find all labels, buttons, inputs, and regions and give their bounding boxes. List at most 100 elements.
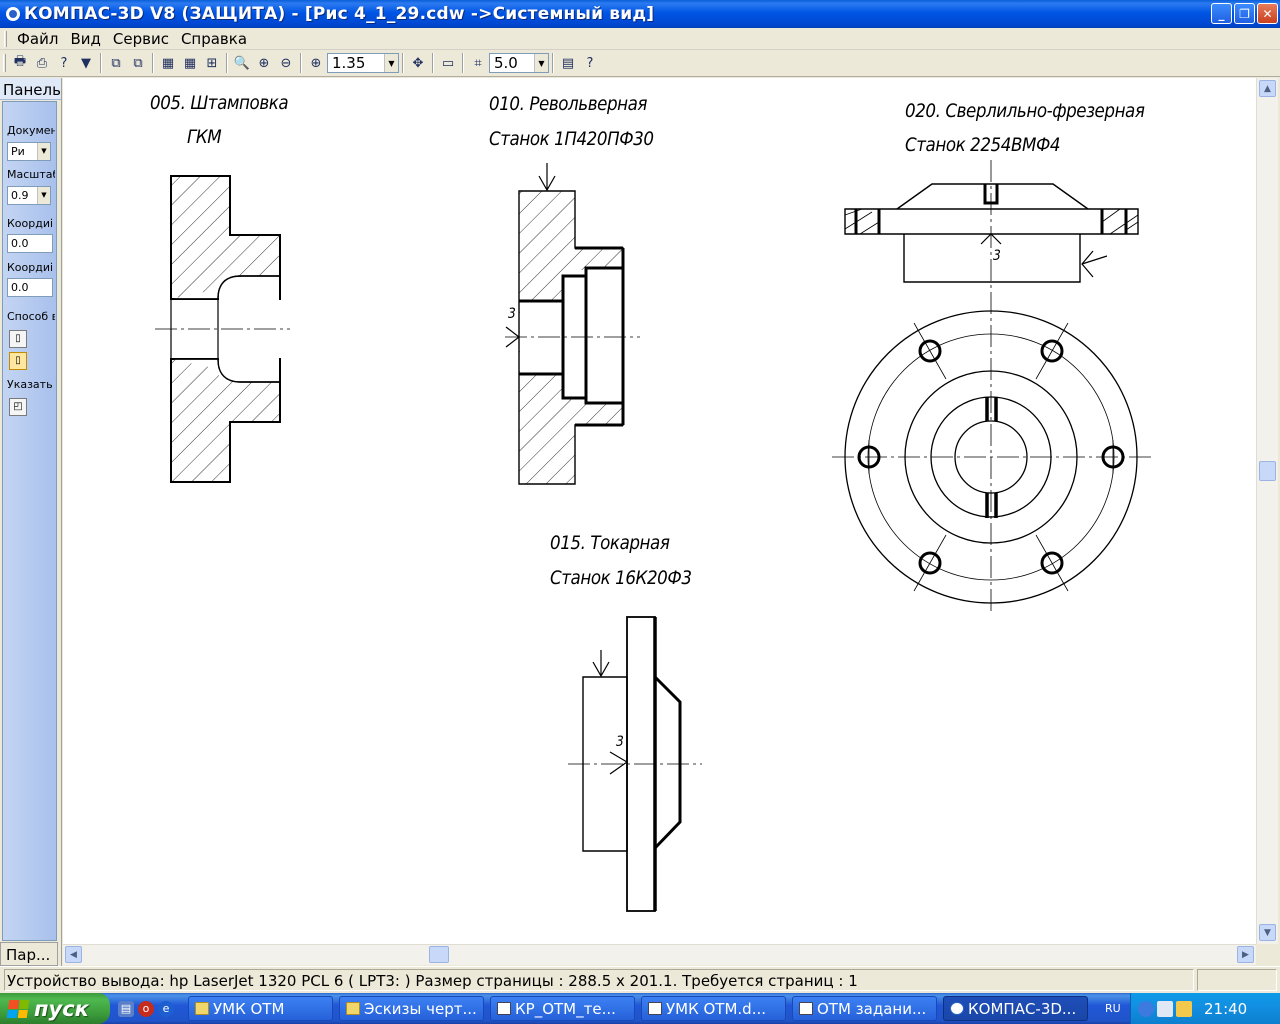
specify-icon[interactable]: ◰ xyxy=(9,398,27,416)
op020-title: 020. Сверлильно-фрезерная xyxy=(905,100,1145,122)
surface-mark-010: 3 xyxy=(508,306,516,322)
scale-combo[interactable]: 0.9 ▼ xyxy=(7,186,51,205)
zoom-in-icon[interactable]: ⊕ xyxy=(253,52,275,74)
coordinate-y-field[interactable]: 0.0 xyxy=(7,278,53,297)
part-020-plan-view xyxy=(832,310,1151,604)
toolbar: 🖶 ⎙ ? ▼ ⧉ ⧉ ▦ ▦ ⊞ 🔍 ⊕ ⊖ ⊕ 1.35 ▼ ✥ ▭ ⌗ 5… xyxy=(0,50,1280,77)
menu-service[interactable]: Сервис xyxy=(107,30,175,48)
grid-icon[interactable]: ▦ xyxy=(157,52,179,74)
ie-icon[interactable]: e xyxy=(158,1000,174,1017)
volume-icon[interactable] xyxy=(1176,1000,1192,1017)
scroll-up-button[interactable]: ▲ xyxy=(1259,80,1276,97)
sheet-method-icon[interactable]: ▯ xyxy=(9,352,27,370)
document-combo[interactable]: Ри ▼ xyxy=(7,142,51,161)
toolbar-separator xyxy=(552,53,554,73)
chevron-down-icon[interactable]: ▼ xyxy=(384,54,398,72)
menu-file[interactable]: Файл xyxy=(11,30,64,48)
scroll-left-button[interactable]: ◀ xyxy=(65,946,82,963)
taskbar-item-umk-otm-doc[interactable]: УМК ОТМ.d... xyxy=(641,996,786,1021)
title-bar[interactable]: КОМПАС-3D V8 (ЗАЩИТА) - [Рис 4_1_29.cdw … xyxy=(0,0,1280,28)
menubar-grip[interactable] xyxy=(4,30,7,47)
scroll-right-button[interactable]: ▶ xyxy=(1237,946,1254,963)
vertical-scrollbar[interactable]: ▲ ▼ xyxy=(1256,78,1278,944)
horizontal-scrollbar[interactable]: ◀ ▶ xyxy=(63,944,1256,965)
document-label: Докумен xyxy=(7,124,55,137)
zoom-out-icon[interactable]: ⊖ xyxy=(275,52,297,74)
help-page-icon[interactable]: ? xyxy=(53,52,75,74)
toolbar-separator xyxy=(152,53,154,73)
part-005-stamping xyxy=(155,175,290,483)
language-indicator[interactable]: RU xyxy=(1105,1002,1135,1015)
zoom-window-icon[interactable]: 🔍 xyxy=(231,52,253,74)
part-015-turning xyxy=(568,616,702,912)
grid-plus-icon[interactable]: ▦ xyxy=(179,52,201,74)
taskbar-item-kr-otm[interactable]: КР_ОТМ_те... xyxy=(490,996,635,1021)
step-value[interactable]: 5.0 xyxy=(490,54,534,72)
chevron-down-icon[interactable]: ▼ xyxy=(37,187,50,204)
chevron-down-icon[interactable]: ▼ xyxy=(534,54,548,72)
task-label: КОМПАС-3D... xyxy=(968,999,1077,1018)
properties-icon[interactable]: ▤ xyxy=(557,52,579,74)
horizontal-scroll-thumb[interactable] xyxy=(429,946,449,963)
page-method-icon[interactable]: ▯ xyxy=(9,330,27,348)
print-icon[interactable]: 🖶 xyxy=(9,52,31,74)
restore-button[interactable]: ❐ xyxy=(1234,3,1255,24)
op005-title: 005. Штамповка xyxy=(150,92,289,114)
zoom-scale-icon[interactable]: ⊕ xyxy=(305,52,327,74)
kompas-app-icon[interactable] xyxy=(6,7,20,21)
drawing-canvas[interactable]: 005. Штамповка ГКМ 010. Револьверная Ста… xyxy=(63,78,1256,944)
taskbar-item-otm-tasks[interactable]: ОТМ задани... xyxy=(792,996,937,1021)
filter-icon[interactable]: ▼ xyxy=(75,52,97,74)
snap-step-icon[interactable]: ⌗ xyxy=(467,52,489,74)
toolbar-separator xyxy=(100,53,102,73)
coordinate-y-label: Коордиі xyxy=(7,261,54,274)
minimize-button[interactable]: _ xyxy=(1211,3,1232,24)
task-label: КР_ОТМ_те... xyxy=(515,999,616,1018)
word-doc-icon xyxy=(799,1002,813,1015)
menu-view[interactable]: Вид xyxy=(64,30,106,48)
chevron-left-icon[interactable] xyxy=(1138,1000,1154,1017)
step-combo[interactable]: 5.0 ▼ xyxy=(489,53,549,73)
op015-title: 015. Токарная xyxy=(550,532,670,554)
zoom-combo[interactable]: 1.35 ▼ xyxy=(327,53,399,73)
print-preview-icon[interactable]: ⎙ xyxy=(31,52,53,74)
scale-label: Масштаб xyxy=(7,168,55,181)
start-button[interactable]: пуск xyxy=(0,993,110,1024)
desktop-icon[interactable]: ▤ xyxy=(118,1000,134,1017)
layout-icon[interactable]: ⧉ xyxy=(105,52,127,74)
sheet-icon[interactable]: ▭ xyxy=(437,52,459,74)
menu-help[interactable]: Справка xyxy=(175,30,253,48)
taskbar-item-umk-otm[interactable]: УМК ОТМ xyxy=(188,996,333,1021)
surface-mark-015: 3 xyxy=(616,734,624,750)
app-window: КОМПАС-3D V8 (ЗАЩИТА) - [Рис 4_1_29.cdw … xyxy=(0,0,1280,1024)
specify-label: Указать xyxy=(7,378,53,391)
part-020-side-view xyxy=(844,160,1139,612)
pan-icon[interactable]: ✥ xyxy=(407,52,429,74)
status-bar: Устройство вывода: hp LaserJet 1320 PCL … xyxy=(0,966,1280,993)
start-label: пуск xyxy=(34,996,89,1021)
opera-icon[interactable]: o xyxy=(138,1000,154,1017)
scroll-down-button[interactable]: ▼ xyxy=(1259,924,1276,941)
task-label: УМК ОТМ xyxy=(213,999,285,1018)
close-button[interactable]: ✕ xyxy=(1257,3,1278,24)
coordinate-x-field[interactable]: 0.0 xyxy=(7,234,53,253)
layout-disabled-icon[interactable]: ⧉ xyxy=(127,52,149,74)
op015-machine: Станок 16К20Ф3 xyxy=(550,567,692,589)
chevron-down-icon[interactable]: ▼ xyxy=(37,143,50,160)
context-help-icon[interactable]: ? xyxy=(579,52,601,74)
network-icon[interactable] xyxy=(1157,1000,1173,1017)
vertical-scroll-thumb[interactable] xyxy=(1259,461,1276,481)
method-label: Способ в xyxy=(7,310,55,323)
toolbar-grip[interactable] xyxy=(3,54,6,72)
zoom-value[interactable]: 1.35 xyxy=(328,54,384,72)
toolbar-separator xyxy=(462,53,464,73)
taskbar-item-kompas[interactable]: КОМПАС-3D... xyxy=(943,996,1088,1021)
toolbar-separator xyxy=(226,53,228,73)
menu-bar: Файл Вид Сервис Справка xyxy=(0,28,1280,50)
toolbar-separator xyxy=(432,53,434,73)
grid-split-icon[interactable]: ⊞ xyxy=(201,52,223,74)
parameters-tab[interactable]: Пар... xyxy=(0,942,58,966)
quick-launch: ▤ o e xyxy=(118,1000,174,1017)
taskbar-item-sketches[interactable]: Эскизы черт... xyxy=(339,996,484,1021)
op005-machine: ГКМ xyxy=(187,126,222,148)
